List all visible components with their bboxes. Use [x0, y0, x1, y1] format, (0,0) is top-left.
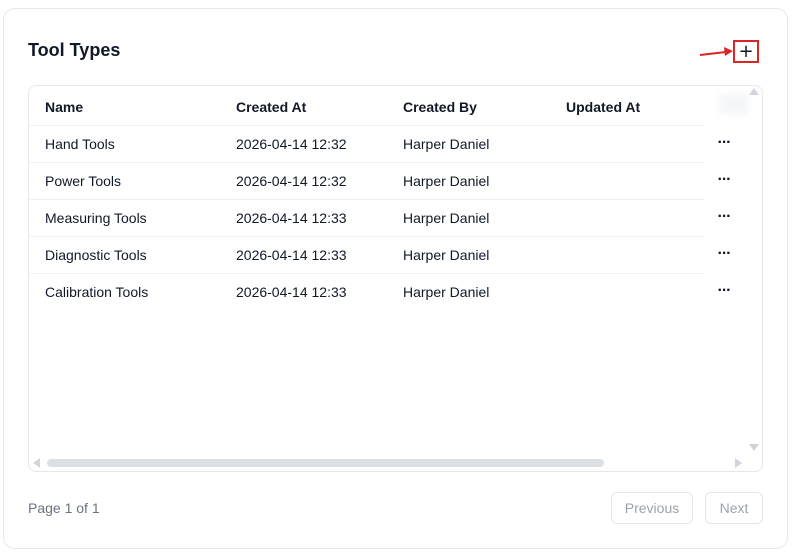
cell-created-at: 2026-04-14 12:33: [236, 247, 347, 263]
plus-icon: +: [738, 40, 754, 62]
column-header-created-by[interactable]: Created By: [403, 89, 477, 126]
cell-created-by: Harper Daniel: [403, 136, 490, 152]
cell-created-at: 2026-04-14 12:32: [236, 136, 347, 152]
more-horizontal-icon[interactable]: ···: [715, 200, 733, 237]
column-header-updated-at[interactable]: Updated At: [566, 89, 640, 126]
cell-created-at: 2026-04-14 12:33: [236, 284, 347, 300]
cell-created-by: Harper Daniel: [403, 247, 490, 263]
cell-name: Calibration Tools: [45, 284, 149, 300]
cell-name: Measuring Tools: [45, 210, 147, 226]
horizontal-scrollbar[interactable]: [47, 459, 604, 467]
page-info: Page 1 of 1: [28, 500, 100, 516]
scroll-right-arrow[interactable]: [735, 458, 742, 468]
table-row[interactable]: Diagnostic Tools 2026-04-14 12:33 Harper…: [29, 237, 731, 274]
page-title: Tool Types: [28, 40, 121, 60]
cell-name: Hand Tools: [45, 136, 115, 152]
column-header-name[interactable]: Name: [45, 89, 83, 126]
more-horizontal-icon[interactable]: ···: [715, 274, 733, 311]
table-header: Name Created At Created By Updated At: [29, 89, 705, 126]
table-row[interactable]: Power Tools 2026-04-14 12:32 Harper Dani…: [29, 163, 731, 200]
table-row[interactable]: Hand Tools 2026-04-14 12:32 Harper Danie…: [29, 126, 731, 163]
table-row[interactable]: Measuring Tools 2026-04-14 12:33 Harper …: [29, 200, 731, 237]
table-row[interactable]: Calibration Tools 2026-04-14 12:33 Harpe…: [29, 274, 731, 311]
previous-button[interactable]: Previous: [611, 492, 693, 524]
cell-created-by: Harper Daniel: [403, 284, 490, 300]
next-button[interactable]: Next: [705, 492, 763, 524]
scroll-left-arrow[interactable]: [33, 458, 40, 468]
cell-created-at: 2026-04-14 12:32: [236, 173, 347, 189]
scroll-up-arrow[interactable]: [749, 88, 759, 95]
faded-header-cell: [719, 94, 749, 114]
cell-created-by: Harper Daniel: [403, 210, 490, 226]
more-horizontal-icon[interactable]: ···: [715, 237, 733, 274]
cell-created-at: 2026-04-14 12:33: [236, 210, 347, 226]
more-horizontal-icon[interactable]: ···: [715, 126, 733, 163]
scroll-down-arrow[interactable]: [749, 444, 759, 451]
cell-name: Power Tools: [45, 173, 122, 189]
more-horizontal-icon[interactable]: ···: [715, 163, 733, 200]
tool-types-table: Name Created At Created By Updated At Ha…: [28, 85, 763, 472]
arrow-right-icon: [700, 47, 733, 56]
cell-created-by: Harper Daniel: [403, 173, 490, 189]
cell-name: Diagnostic Tools: [45, 247, 147, 263]
add-tool-type-button[interactable]: +: [733, 40, 759, 63]
column-header-created-at[interactable]: Created At: [236, 89, 306, 126]
